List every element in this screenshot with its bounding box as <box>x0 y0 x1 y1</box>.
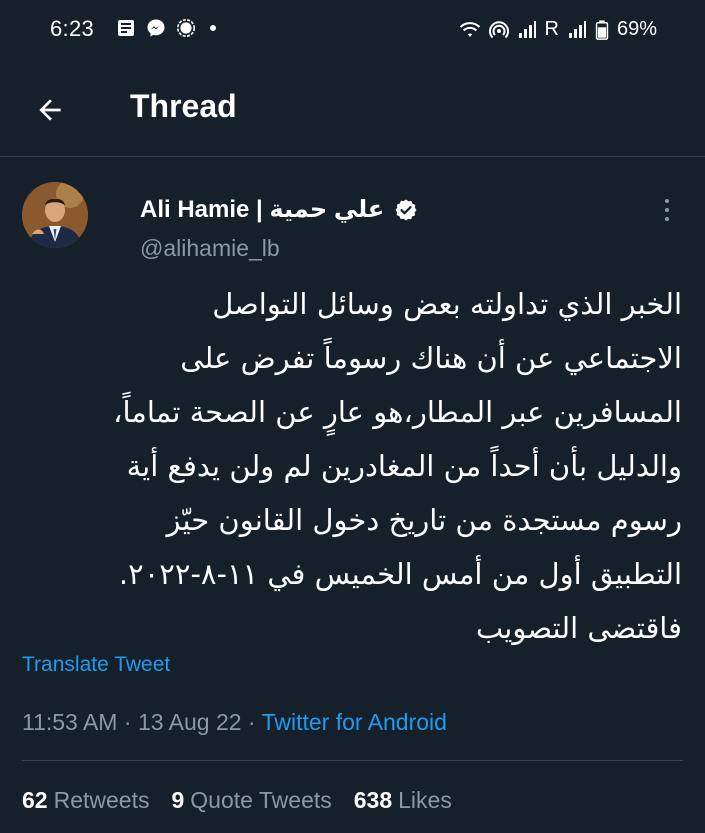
retweets-count: 62 <box>22 787 48 813</box>
arrow-left-icon <box>39 99 61 121</box>
tweet-text-line: رسوم مستجدة من تاريخ دخول القانون حيّز <box>166 503 682 537</box>
verified-badge-icon <box>395 199 417 220</box>
translate-tweet-link[interactable]: Translate Tweet <box>22 653 170 677</box>
quote-tweets-count: 9 <box>171 787 185 813</box>
battery-icon <box>595 19 609 40</box>
meta-separator: · <box>247 709 256 735</box>
tweet-text-line: التطبيق أول من أمس الخميس في ١١-٨-٢٠٢٢. <box>118 557 682 591</box>
notification-icons <box>116 18 216 38</box>
cell-signal-2-icon <box>568 20 586 38</box>
signal-app-icon <box>177 19 195 37</box>
more-vertical-icon-dot <box>665 217 669 221</box>
tweet-text-line: الخبر الذي تداولته بعض وسائل التواصل <box>212 287 682 321</box>
more-vertical-icon <box>665 199 669 203</box>
page-title: Thread <box>130 88 237 124</box>
tweet-date: 13 Aug 22 <box>137 709 242 735</box>
tweet-stats: 62 Retweets 9 Quote Tweets 638 Likes <box>22 787 452 814</box>
status-right-group: R 69% <box>459 18 657 41</box>
tweet-text: الخبر الذي تداولته بعض وسائل التواصل الا… <box>22 277 682 655</box>
quote-tweets-stat[interactable]: 9 Quote Tweets <box>171 787 331 814</box>
avatar[interactable] <box>22 182 88 248</box>
divider <box>22 760 683 761</box>
tweet-time: 11:53 AM <box>22 709 118 735</box>
tweet-text-line: فاقتضى التصويب <box>475 611 682 645</box>
cell-signal-icon <box>518 20 536 38</box>
status-time: 6:23 <box>50 16 95 41</box>
wifi-icon <box>459 21 480 37</box>
likes-stat[interactable]: 638 Likes <box>354 787 452 814</box>
top-app-bar: Thread <box>0 60 705 157</box>
quote-tweets-label: Quote Tweets <box>190 787 332 813</box>
likes-label: Likes <box>398 787 452 813</box>
news-app-icon <box>118 20 134 36</box>
author-name-row[interactable]: Ali Hamie | علي حمية <box>140 195 418 224</box>
status-bar: 6:23 R 69% <box>0 0 705 60</box>
tweet-meta: 11:53 AM · 13 Aug 22 · Twitter for Andro… <box>22 709 447 736</box>
author-name: Ali Hamie | علي حمية <box>140 196 385 223</box>
author-photo <box>22 182 88 248</box>
hotspot-icon <box>488 20 509 38</box>
more-notifications-dot <box>210 25 216 31</box>
more-vertical-icon-dot <box>665 208 669 212</box>
retweets-stat[interactable]: 62 Retweets <box>22 787 149 814</box>
tweet-text-line: الاجتماعي عن أن هناك رسوماً تفرض على <box>180 341 682 375</box>
battery-percent: 69% <box>616 18 657 40</box>
tweet-text-line: والدليل بأن أحداً من المغادرين لم ولن يد… <box>126 449 682 483</box>
author-handle[interactable]: @alihamie_lb <box>140 235 280 262</box>
roaming-indicator: R <box>544 18 559 40</box>
retweets-label: Retweets <box>53 787 150 813</box>
messenger-icon <box>147 19 165 37</box>
tweet-text-line: المسافرين عبر المطار،هو عارٍ عن الصحة تم… <box>113 395 682 429</box>
back-button[interactable] <box>28 88 72 132</box>
likes-count: 638 <box>353 787 393 813</box>
more-options-button[interactable] <box>657 195 677 225</box>
tweet-source-link[interactable]: Twitter for Android <box>262 709 447 735</box>
meta-separator: · <box>123 709 132 735</box>
